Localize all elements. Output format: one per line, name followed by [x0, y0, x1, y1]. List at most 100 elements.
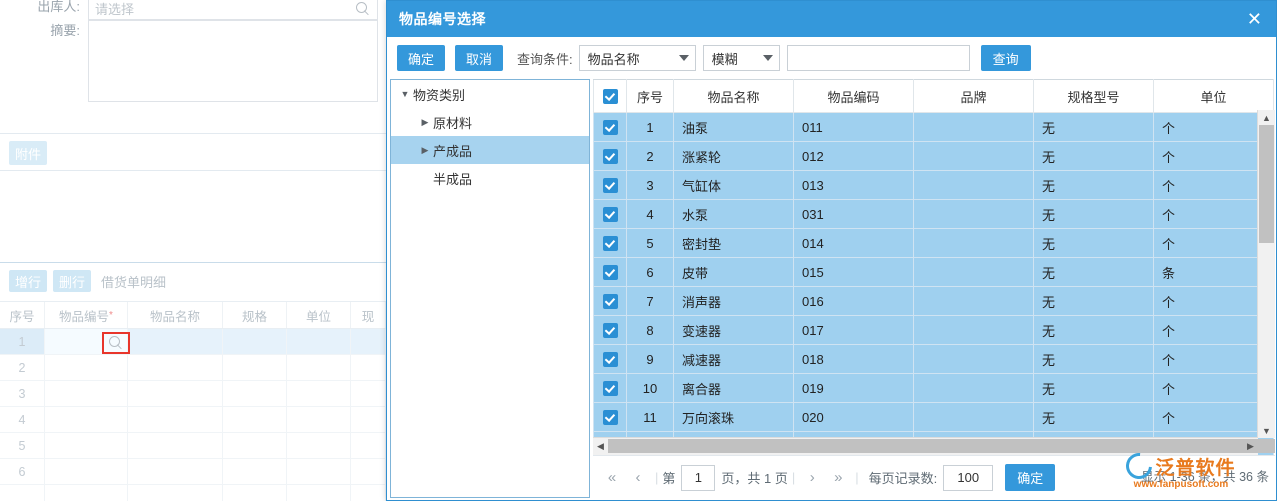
table-row[interactable]: 4	[0, 407, 386, 433]
col-header-unit[interactable]: 单位	[1154, 80, 1274, 113]
outbound-person-input[interactable]: 请选择	[88, 0, 378, 20]
tree-node-raw-material[interactable]: ▶ 原材料	[391, 108, 589, 136]
pagination-bar: « ‹ | 第 1 页，共 1 页 | › » | 每页记录数: 100 确定 …	[593, 455, 1275, 499]
item-table: 序号 物品名称 物品编码 品牌 规格型号 单位 1油泵011无个2涨紧轮012无…	[593, 79, 1274, 455]
row-spec: 无	[1034, 403, 1154, 432]
table-row[interactable]: 11万向滚珠020无个	[594, 403, 1274, 432]
delete-row-button[interactable]: 删行	[53, 270, 91, 292]
keyword-input[interactable]	[787, 45, 970, 71]
row-checkbox-cell[interactable]	[594, 200, 627, 229]
row-checkbox-cell[interactable]	[594, 316, 627, 345]
vertical-scrollbar-thumb[interactable]	[1259, 125, 1274, 243]
table-row[interactable]: 9减速器018无个	[594, 345, 1274, 374]
table-row[interactable]: 5	[0, 433, 386, 459]
table-row[interactable]: 4水泵031无个	[594, 200, 1274, 229]
attachment-tab[interactable]: 附件	[9, 141, 47, 165]
tree-node-label: 物资类别	[413, 85, 465, 104]
table-row[interactable]: 3	[0, 381, 386, 407]
row-unit: 个	[1154, 142, 1274, 171]
row-checkbox[interactable]	[603, 323, 618, 338]
row-checkbox-cell[interactable]	[594, 287, 627, 316]
row-checkbox[interactable]	[603, 410, 618, 425]
detail-grid-toolbar: 增行 删行 借货单明细	[0, 267, 386, 295]
col-header-spec[interactable]: 规格型号	[1034, 80, 1154, 113]
search-icon[interactable]	[356, 2, 370, 16]
query-field-select[interactable]: 物品名称	[579, 45, 696, 71]
row-checkbox-cell[interactable]	[594, 229, 627, 258]
match-mode-select[interactable]: 模糊	[703, 45, 780, 71]
col-header-brand[interactable]: 品牌	[914, 80, 1034, 113]
chevron-right-icon[interactable]: ▶	[419, 145, 431, 156]
row-number: 6	[0, 459, 45, 484]
row-checkbox-cell[interactable]	[594, 142, 627, 171]
horizontal-scrollbar[interactable]: ◀ ▶	[593, 437, 1258, 455]
table-row[interactable]: 8变速器017无个	[594, 316, 1274, 345]
col-header-item-code[interactable]: 物品编码	[794, 80, 914, 113]
row-checkbox-cell[interactable]	[594, 403, 627, 432]
tree-node-semi-finished-product[interactable]: ▶ 半成品	[391, 164, 589, 192]
chevron-down-icon[interactable]: ▼	[399, 89, 411, 99]
item-code-search-highlight[interactable]	[102, 332, 130, 354]
tree-node-finished-product[interactable]: ▶ 产成品	[391, 136, 589, 164]
close-icon[interactable]: ✕	[1243, 8, 1266, 30]
table-row[interactable]: 6皮带015无条	[594, 258, 1274, 287]
search-icon[interactable]	[109, 336, 123, 350]
page-size-input[interactable]: 100	[943, 465, 993, 491]
row-checkbox[interactable]	[603, 236, 618, 251]
row-item-name: 减速器	[674, 345, 794, 374]
chevron-right-icon[interactable]: ▶	[419, 117, 431, 128]
table-row[interactable]: 2涨紧轮012无个	[594, 142, 1274, 171]
next-page-button[interactable]: ›	[799, 469, 825, 486]
row-checkbox[interactable]	[603, 178, 618, 193]
table-row[interactable]: 3气缸体013无个	[594, 171, 1274, 200]
prev-page-button[interactable]: ‹	[625, 469, 651, 486]
scroll-left-icon[interactable]: ◀	[593, 438, 608, 454]
select-all-checkbox[interactable]	[603, 89, 618, 104]
scroll-down-icon[interactable]: ▼	[1258, 423, 1275, 438]
table-row[interactable]: 6	[0, 459, 386, 485]
table-row[interactable]: 10离合器019无个	[594, 374, 1274, 403]
col-header-no[interactable]: 序号	[627, 80, 674, 113]
vertical-scrollbar[interactable]: ▲ ▼	[1257, 110, 1275, 438]
row-checkbox[interactable]	[603, 120, 618, 135]
confirm-button[interactable]: 确定	[397, 45, 445, 71]
table-row[interactable]: 2	[0, 355, 386, 381]
table-row[interactable]: 5密封垫014无个	[594, 229, 1274, 258]
record-count-label: 显示 1-36 条，共 36 条	[1141, 466, 1269, 485]
pager-divider: |	[855, 470, 858, 485]
scroll-right-icon[interactable]: ▶	[1243, 438, 1258, 454]
row-checkbox[interactable]	[603, 352, 618, 367]
detail-grid-header: 序号 物品编号* 物品名称 规格 单位 现	[0, 301, 386, 329]
row-checkbox[interactable]	[603, 149, 618, 164]
pager-confirm-button[interactable]: 确定	[1005, 464, 1055, 491]
row-checkbox-cell[interactable]	[594, 374, 627, 403]
row-checkbox-cell[interactable]	[594, 113, 627, 142]
cancel-button[interactable]: 取消	[455, 45, 503, 71]
search-button[interactable]: 查询	[981, 45, 1031, 71]
table-row[interactable]	[0, 485, 386, 501]
row-no: 10	[627, 374, 674, 403]
row-checkbox-cell[interactable]	[594, 258, 627, 287]
row-checkbox[interactable]	[603, 265, 618, 280]
horizontal-scrollbar-thumb[interactable]	[608, 439, 1275, 453]
row-checkbox-cell[interactable]	[594, 345, 627, 374]
last-page-button[interactable]: »	[825, 469, 851, 486]
col-header-item-name[interactable]: 物品名称	[674, 80, 794, 113]
row-unit: 个	[1154, 113, 1274, 142]
tree-node-label: 半成品	[433, 169, 472, 188]
table-row[interactable]: 7消声器016无个	[594, 287, 1274, 316]
table-row[interactable]: 1	[0, 329, 386, 355]
row-checkbox-cell[interactable]	[594, 171, 627, 200]
scroll-up-icon[interactable]: ▲	[1258, 110, 1275, 125]
row-checkbox[interactable]	[603, 381, 618, 396]
first-page-button[interactable]: «	[599, 469, 625, 486]
select-all-cell[interactable]	[594, 80, 627, 113]
row-checkbox[interactable]	[603, 294, 618, 309]
row-spec: 无	[1034, 171, 1154, 200]
page-number-input[interactable]: 1	[681, 465, 715, 491]
add-row-button[interactable]: 增行	[9, 270, 47, 292]
tree-node-material-category[interactable]: ▼ 物资类别	[391, 80, 589, 108]
row-checkbox[interactable]	[603, 207, 618, 222]
summary-textarea[interactable]	[88, 20, 378, 102]
table-row[interactable]: 1油泵011无个	[594, 113, 1274, 142]
